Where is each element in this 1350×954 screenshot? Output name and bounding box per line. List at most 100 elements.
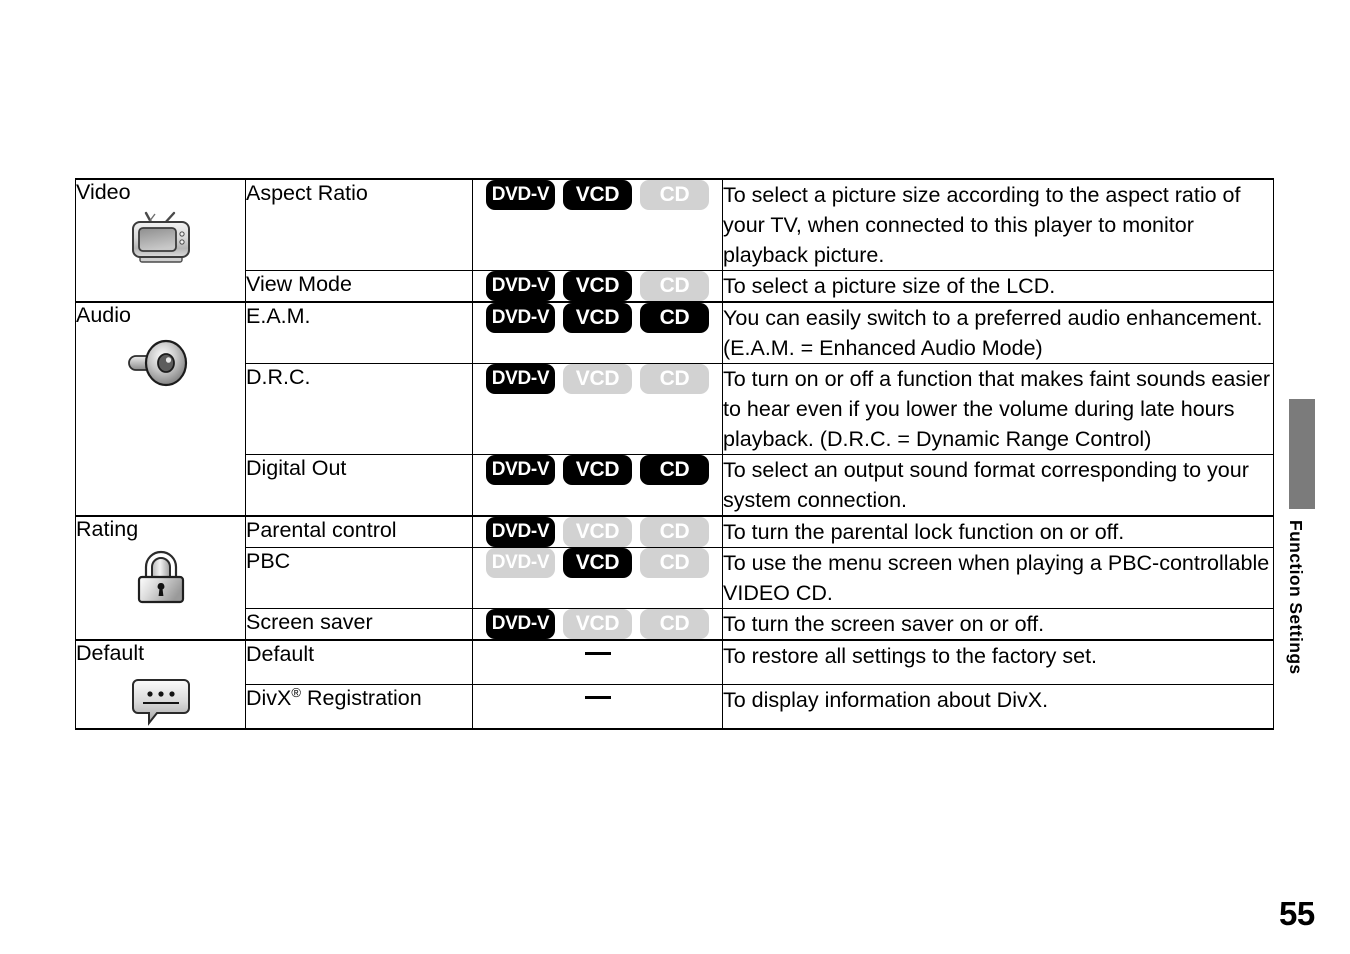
description-cell: To restore all settings to the factory s… bbox=[722, 639, 1274, 685]
category-cell-audio: Audio bbox=[75, 301, 246, 517]
badge-cd: CD bbox=[640, 303, 709, 333]
item-label: Screen saver bbox=[246, 610, 373, 634]
item-cell: View Mode bbox=[245, 270, 473, 303]
badge-cd: CD bbox=[640, 609, 709, 639]
item-cell: Aspect Ratio bbox=[245, 178, 473, 271]
item-cell: E.A.M. bbox=[245, 301, 473, 364]
badge-vcd: VCD bbox=[563, 364, 632, 394]
badge-cd: CD bbox=[640, 455, 709, 485]
section-tab-label: Function Settings bbox=[1286, 520, 1306, 675]
disc-compat-cell: DVD-V VCD CD bbox=[472, 515, 723, 548]
table-row: View Mode DVD-V VCD CD To select a pictu… bbox=[76, 270, 1274, 303]
badge-vcd: VCD bbox=[563, 548, 632, 578]
disc-compat-cell: DVD-V VCD CD bbox=[472, 363, 723, 455]
item-label: Digital Out bbox=[246, 456, 347, 480]
badge-vcd: VCD bbox=[563, 303, 632, 333]
description-cell: To select an output sound format corresp… bbox=[722, 454, 1274, 517]
category-label: Rating bbox=[76, 517, 139, 541]
description-cell: To display information about DivX. bbox=[722, 684, 1274, 730]
registered-mark: ® bbox=[291, 684, 301, 700]
disc-compat-cell: DVD-V VCD CD bbox=[472, 270, 723, 303]
item-label: Aspect Ratio bbox=[246, 181, 368, 205]
disc-compat-cell: DVD-V VCD CD bbox=[472, 454, 723, 517]
item-label: Parental control bbox=[246, 518, 397, 542]
badge-cd: CD bbox=[640, 517, 709, 547]
badge-dvd-v: DVD-V bbox=[486, 609, 555, 639]
disc-compat-cell bbox=[472, 684, 723, 730]
item-cell: PBC bbox=[245, 547, 473, 609]
description-cell: To turn the parental lock function on or… bbox=[722, 515, 1274, 548]
badge-dvd-v: DVD-V bbox=[486, 180, 555, 210]
speech-bubble-icon bbox=[131, 679, 190, 726]
category-cell-rating: Rating bbox=[75, 515, 246, 641]
table-row: D.R.C. DVD-V VCD CD To turn on or off a … bbox=[76, 363, 1274, 455]
item-cell: Parental control bbox=[245, 515, 473, 548]
badge-cd: CD bbox=[640, 548, 709, 578]
table-row: Rating Parental control DVD-V VCD CD To … bbox=[75, 515, 1274, 641]
disc-badge-group: DVD-V VCD CD bbox=[473, 180, 722, 210]
disc-badge-group: DVD-V VCD CD bbox=[473, 303, 722, 333]
badge-vcd: VCD bbox=[563, 517, 632, 547]
badge-cd: CD bbox=[640, 180, 709, 210]
badge-dvd-v: DVD-V bbox=[486, 364, 555, 394]
item-cell: Screen saver bbox=[245, 608, 473, 641]
page-number: 55 bbox=[1279, 895, 1315, 932]
no-disc-dash bbox=[584, 651, 611, 655]
item-label-tail: Registration bbox=[301, 686, 422, 710]
disc-compat-cell: DVD-V VCD CD bbox=[472, 301, 723, 364]
item-cell: D.R.C. bbox=[245, 363, 473, 455]
badge-dvd-v: DVD-V bbox=[486, 271, 555, 301]
description-cell: To turn on or off a function that makes … bbox=[722, 363, 1274, 455]
description-cell: To turn the screen saver on or off. bbox=[722, 608, 1274, 641]
tv-icon bbox=[131, 211, 190, 263]
badge-vcd: VCD bbox=[563, 455, 632, 485]
item-label: View Mode bbox=[246, 272, 352, 296]
item-cell: DivX® Registration bbox=[245, 684, 473, 730]
function-settings-table: Video Aspect Ratio DVD-V VCD CD To selec… bbox=[75, 178, 1274, 730]
badge-dvd-v: DVD-V bbox=[486, 517, 555, 547]
table-body: Video Aspect Ratio DVD-V VCD CD To selec… bbox=[75, 178, 1274, 730]
lock-icon bbox=[137, 550, 184, 604]
disc-badge-group: DVD-V VCD CD bbox=[473, 548, 722, 578]
category-cell-default: Default bbox=[75, 639, 246, 730]
badge-cd: CD bbox=[640, 271, 709, 301]
disc-badge-group: DVD-V VCD CD bbox=[473, 271, 722, 301]
disc-compat-cell: DVD-V VCD CD bbox=[472, 608, 723, 641]
table-row: Digital Out DVD-V VCD CD To select an ou… bbox=[76, 454, 1274, 517]
item-cell: Digital Out bbox=[245, 454, 473, 517]
category-label: Video bbox=[76, 180, 131, 204]
disc-badge-group: DVD-V VCD CD bbox=[473, 364, 722, 394]
item-cell: Default bbox=[245, 639, 473, 685]
description-cell: To select a picture size according to th… bbox=[722, 178, 1274, 271]
description-cell: To use the menu screen when playing a PB… bbox=[722, 547, 1274, 609]
table-row: PBC DVD-V VCD CD To use the menu screen … bbox=[76, 547, 1274, 609]
section-tab-marker bbox=[1289, 399, 1315, 509]
item-label: Default bbox=[246, 642, 315, 666]
category-label: Audio bbox=[76, 303, 131, 327]
badge-dvd-v: DVD-V bbox=[486, 548, 555, 578]
description-cell: To select a picture size of the LCD. bbox=[722, 270, 1274, 303]
function-settings-table-wrapper: Video Aspect Ratio DVD-V VCD CD To selec… bbox=[75, 178, 1274, 730]
disc-badge-group: DVD-V VCD CD bbox=[473, 517, 722, 547]
table-row: Audio E.A.M. DVD-V VCD CD You can easily… bbox=[75, 301, 1274, 517]
badge-cd: CD bbox=[640, 364, 709, 394]
description-cell: You can easily switch to a preferred aud… bbox=[722, 301, 1274, 364]
table-row: Video Aspect Ratio DVD-V VCD CD To selec… bbox=[75, 178, 1274, 303]
badge-dvd-v: DVD-V bbox=[486, 455, 555, 485]
badge-dvd-v: DVD-V bbox=[486, 303, 555, 333]
table-row: DivX® Registration To display informatio… bbox=[76, 684, 1274, 730]
disc-badge-group: DVD-V VCD CD bbox=[473, 455, 722, 485]
disc-compat-cell bbox=[472, 639, 723, 685]
disc-badge-group: DVD-V VCD CD bbox=[473, 609, 722, 639]
category-label: Default bbox=[76, 641, 145, 665]
badge-vcd: VCD bbox=[563, 609, 632, 639]
badge-vcd: VCD bbox=[563, 180, 632, 210]
no-disc-dash bbox=[584, 695, 611, 699]
table-row: Default Default To restore all settings … bbox=[75, 639, 1274, 730]
disc-compat-cell: DVD-V VCD CD bbox=[472, 547, 723, 609]
item-label: DivX bbox=[246, 686, 292, 710]
table-row: Screen saver DVD-V VCD CD To turn the sc… bbox=[76, 608, 1274, 641]
item-label: E.A.M. bbox=[246, 304, 311, 328]
item-label: D.R.C. bbox=[246, 365, 311, 389]
speaker-icon bbox=[127, 339, 187, 387]
